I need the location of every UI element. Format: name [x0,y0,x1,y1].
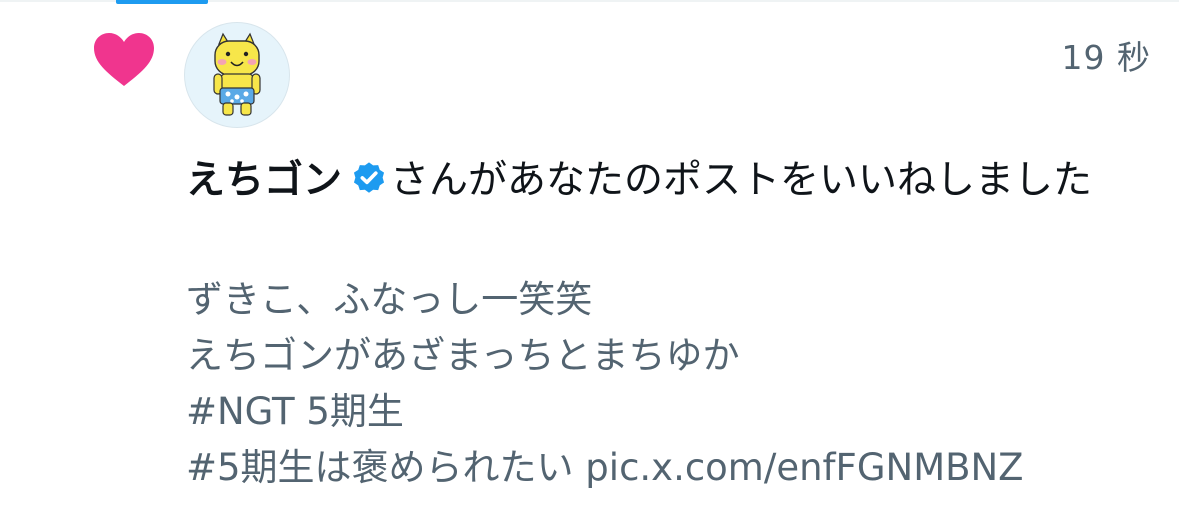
user-name-link[interactable]: えちゴン [186,158,342,203]
liked-post-text[interactable]: ずきこ、ふなっし一笑笑 えちゴンがあざまっちとまちゆか #NGT 5期生 #5期… [186,272,1152,496]
user-avatar[interactable] [184,22,290,128]
like-notification[interactable]: 19 秒 えちゴン さんがあなたのポストをいいねしました ずきこ、ふなっし一笑笑… [0,0,1179,512]
post-line: ずきこ、ふなっし一笑笑 [186,278,593,321]
post-line: えちゴンがあざまっちとまちゆか [186,334,740,377]
post-line: #5期生は褒められたい pic.x.com/enfFGNMBNZ [186,446,1024,489]
mascot-avatar-icon [213,32,261,116]
verified-badge-icon [353,162,385,193]
post-line: #NGT 5期生 [186,390,404,433]
notification-headline: えちゴン さんがあなたのポストをいいねしました [186,152,1152,209]
notification-action-text: さんがあなたのポストをいいねしました [390,158,1093,203]
heart-icon [94,33,154,86]
timestamp: 19 秒 [1061,38,1151,77]
